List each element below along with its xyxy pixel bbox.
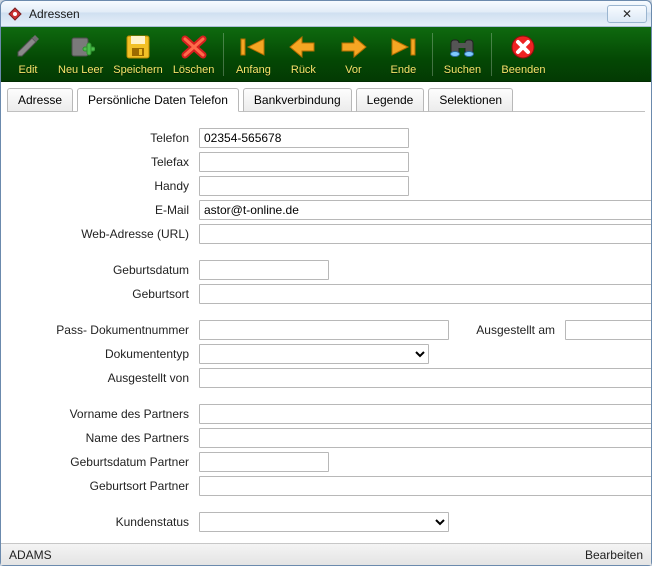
- geburtsdatum-field[interactable]: [199, 260, 329, 280]
- app-window: Adressen ✕ Edit Neu Leer Speichern: [0, 0, 652, 566]
- save-label: Speichern: [113, 64, 163, 76]
- last-button[interactable]: Ende: [380, 30, 426, 79]
- edit-button[interactable]: Edit: [5, 30, 51, 79]
- partner-vorname-field[interactable]: [199, 404, 651, 424]
- telefax-field[interactable]: [199, 152, 409, 172]
- window-title: Adressen: [29, 7, 80, 21]
- tab-bank[interactable]: Bankverbindung: [243, 88, 352, 112]
- close-label: Beenden: [501, 64, 545, 76]
- window-close-button[interactable]: ✕: [607, 5, 647, 23]
- back-arrow-icon: [286, 32, 320, 62]
- new-button[interactable]: Neu Leer: [55, 30, 106, 79]
- forward-label: Vor: [345, 64, 362, 76]
- back-label: Rück: [291, 64, 316, 76]
- label-dokumenttyp: Dokumententyp: [11, 347, 191, 361]
- toolbar-separator: [223, 33, 224, 76]
- label-geburtsort: Geburtsort: [11, 287, 191, 301]
- statusbar: ADAMS Bearbeiten: [1, 543, 651, 565]
- label-partner-vorname: Vorname des Partners: [11, 407, 191, 421]
- status-right: Bearbeiten: [585, 548, 643, 562]
- handy-field[interactable]: [199, 176, 409, 196]
- toolbar-separator: [491, 33, 492, 76]
- search-button[interactable]: Suchen: [439, 30, 485, 79]
- passnr-field[interactable]: [199, 320, 449, 340]
- label-telefax: Telefax: [11, 155, 191, 169]
- new-label: Neu Leer: [58, 64, 103, 76]
- ausgestellt-am-field[interactable]: [565, 320, 651, 340]
- label-telefon: Telefon: [11, 131, 191, 145]
- app-icon: [7, 6, 23, 22]
- label-partner-geb: Geburtsdatum Partner: [11, 455, 191, 469]
- first-label: Anfang: [236, 64, 271, 76]
- forward-button[interactable]: Vor: [330, 30, 376, 79]
- label-web: Web-Adresse (URL): [11, 227, 191, 241]
- label-geburtsdatum: Geburtsdatum: [11, 263, 191, 277]
- back-button[interactable]: Rück: [280, 30, 326, 79]
- tab-adresse[interactable]: Adresse: [7, 88, 73, 112]
- toolbar-separator: [432, 33, 433, 76]
- label-partner-name: Name des Partners: [11, 431, 191, 445]
- partner-ort-field[interactable]: [199, 476, 651, 496]
- tab-legende[interactable]: Legende: [356, 88, 425, 112]
- label-email: E-Mail: [11, 203, 191, 217]
- tab-personal[interactable]: Persönliche Daten Telefon: [77, 88, 239, 112]
- delete-button[interactable]: Löschen: [170, 30, 218, 79]
- geburtsort-field[interactable]: [199, 284, 651, 304]
- label-passnr: Pass- Dokumentnummer: [11, 323, 191, 337]
- kundenstatus-select[interactable]: [199, 512, 449, 532]
- close-button[interactable]: Beenden: [498, 30, 548, 79]
- search-label: Suchen: [444, 64, 481, 76]
- partner-geb-field[interactable]: [199, 452, 329, 472]
- label-kundenstatus: Kundenstatus: [11, 515, 191, 529]
- form-panel: Telefon Telefax Handy E-Mail Web-Adresse…: [1, 112, 651, 543]
- label-ausgestellt-am: Ausgestellt am: [457, 323, 557, 337]
- edit-label: Edit: [19, 64, 38, 76]
- dokumenttyp-select[interactable]: [199, 344, 429, 364]
- label-partner-ort: Geburtsort Partner: [11, 479, 191, 493]
- titlebar: Adressen ✕: [1, 1, 651, 27]
- last-arrow-icon: [386, 32, 420, 62]
- ausgestellt-von-field[interactable]: [199, 368, 651, 388]
- forward-arrow-icon: [336, 32, 370, 62]
- first-button[interactable]: Anfang: [230, 30, 276, 79]
- label-handy: Handy: [11, 179, 191, 193]
- web-field[interactable]: [199, 224, 651, 244]
- floppy-icon: [121, 32, 155, 62]
- binoculars-icon: [445, 32, 479, 62]
- save-button[interactable]: Speichern: [110, 30, 166, 79]
- new-icon: [64, 32, 98, 62]
- tab-selektionen[interactable]: Selektionen: [428, 88, 513, 112]
- pencil-icon: [11, 32, 45, 62]
- close-circle-icon: [506, 32, 540, 62]
- first-arrow-icon: [236, 32, 270, 62]
- partner-name-field[interactable]: [199, 428, 651, 448]
- label-ausgestellt-von: Ausgestellt von: [11, 371, 191, 385]
- delete-label: Löschen: [173, 64, 215, 76]
- close-icon: ✕: [622, 7, 632, 21]
- email-field[interactable]: [199, 200, 651, 220]
- delete-x-icon: [177, 32, 211, 62]
- status-left: ADAMS: [9, 548, 52, 562]
- tabstrip: Adresse Persönliche Daten Telefon Bankve…: [1, 82, 651, 112]
- telefon-field[interactable]: [199, 128, 409, 148]
- last-label: Ende: [391, 64, 417, 76]
- toolbar: Edit Neu Leer Speichern Löschen Anfang: [1, 27, 651, 82]
